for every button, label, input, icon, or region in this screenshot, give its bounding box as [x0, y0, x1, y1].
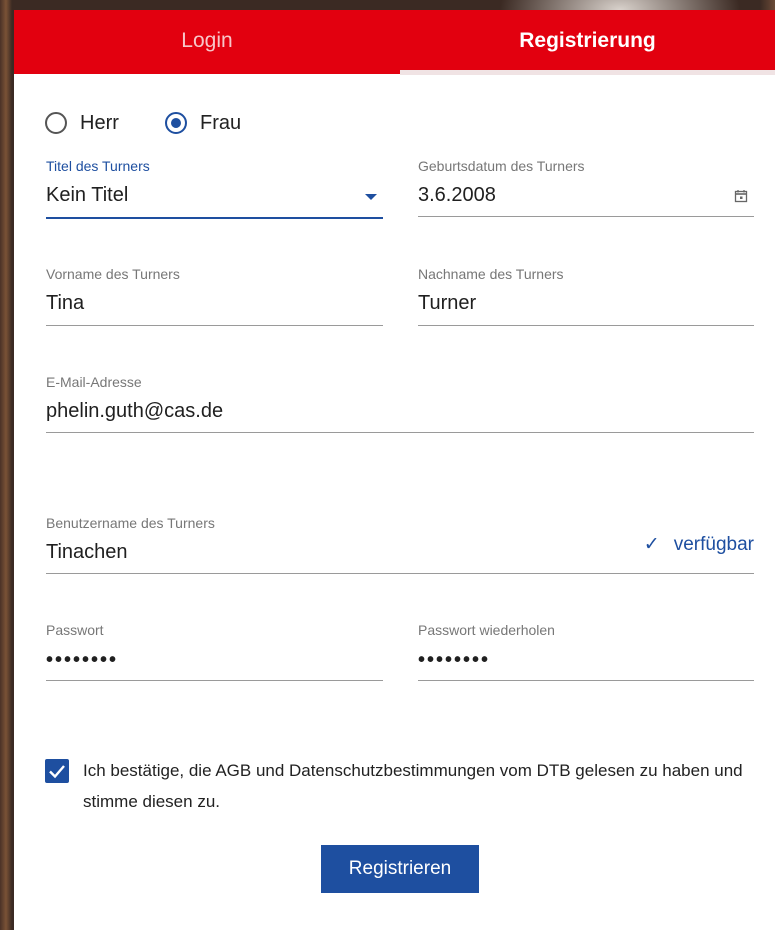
password-underline — [46, 680, 383, 681]
email-field[interactable]: E-Mail-Adresse phelin.guth@cas.de — [46, 374, 754, 436]
tab-bar: Login Registrierung — [14, 10, 775, 75]
radio-unselected-icon[interactable] — [45, 112, 67, 134]
tab-registrierung[interactable]: Registrierung — [400, 10, 775, 74]
lastname-underline — [418, 325, 754, 326]
email-underline — [46, 432, 754, 433]
birthdate-field[interactable]: Geburtsdatum des Turners 3.6.2008 — [418, 158, 754, 220]
tab-login[interactable]: Login — [14, 10, 400, 74]
firstname-field[interactable]: Vorname des Turners Tina — [46, 266, 383, 328]
availability-text: verfügbar — [673, 533, 754, 555]
radio-selected-icon[interactable] — [165, 112, 187, 134]
email-value[interactable]: phelin.guth@cas.de — [46, 400, 223, 423]
username-label: Benutzername des Turners — [46, 515, 215, 531]
username-underline — [46, 573, 754, 574]
title-select[interactable]: Titel des Turners Kein Titel — [46, 158, 383, 220]
consent-checkbox[interactable] — [45, 759, 69, 783]
firstname-underline — [46, 325, 383, 326]
radio-herr[interactable]: Herr — [45, 110, 119, 136]
firstname-label: Vorname des Turners — [46, 266, 180, 282]
username-field[interactable]: Benutzername des Turners Tinachen ✓ verf… — [46, 515, 754, 577]
lastname-value[interactable]: Turner — [418, 292, 476, 315]
username-availability: ✓ verfügbar — [644, 533, 754, 556]
password-repeat-label: Passwort wiederholen — [418, 622, 555, 638]
register-button[interactable]: Registrieren — [321, 845, 479, 893]
password-repeat-value[interactable]: •••••••• — [418, 649, 490, 672]
active-tab-indicator — [400, 70, 775, 75]
check-icon: ✓ — [643, 534, 660, 555]
birthdate-value[interactable]: 3.6.2008 — [418, 184, 496, 207]
password-label: Passwort — [46, 622, 104, 638]
radio-frau-label: Frau — [200, 111, 242, 134]
title-select-value[interactable]: Kein Titel — [46, 184, 128, 207]
password-value[interactable]: •••••••• — [46, 649, 118, 672]
lastname-field[interactable]: Nachname des Turners Turner — [418, 266, 754, 328]
birthdate-underline — [418, 216, 754, 217]
checkmark-icon — [49, 765, 65, 779]
radio-frau[interactable]: Frau — [165, 110, 241, 136]
consent-text: Ich bestätige, die AGB und Datenschutzbe… — [83, 761, 743, 811]
radio-herr-label: Herr — [80, 111, 119, 134]
dropdown-arrow-icon[interactable] — [365, 194, 377, 200]
password-repeat-field[interactable]: Passwort wiederholen •••••••• — [418, 622, 754, 684]
calendar-icon[interactable] — [734, 189, 748, 203]
title-select-underline — [46, 217, 383, 219]
title-select-label: Titel des Turners — [46, 158, 150, 174]
registration-card: Login Registrierung Herr Frau Titel des … — [14, 10, 775, 930]
lastname-label: Nachname des Turners — [418, 266, 564, 282]
firstname-value[interactable]: Tina — [46, 292, 84, 315]
username-value[interactable]: Tinachen — [46, 541, 128, 564]
email-label: E-Mail-Adresse — [46, 374, 142, 390]
password-field[interactable]: Passwort •••••••• — [46, 622, 383, 684]
birthdate-label: Geburtsdatum des Turners — [418, 158, 585, 174]
password-repeat-underline — [418, 680, 754, 681]
